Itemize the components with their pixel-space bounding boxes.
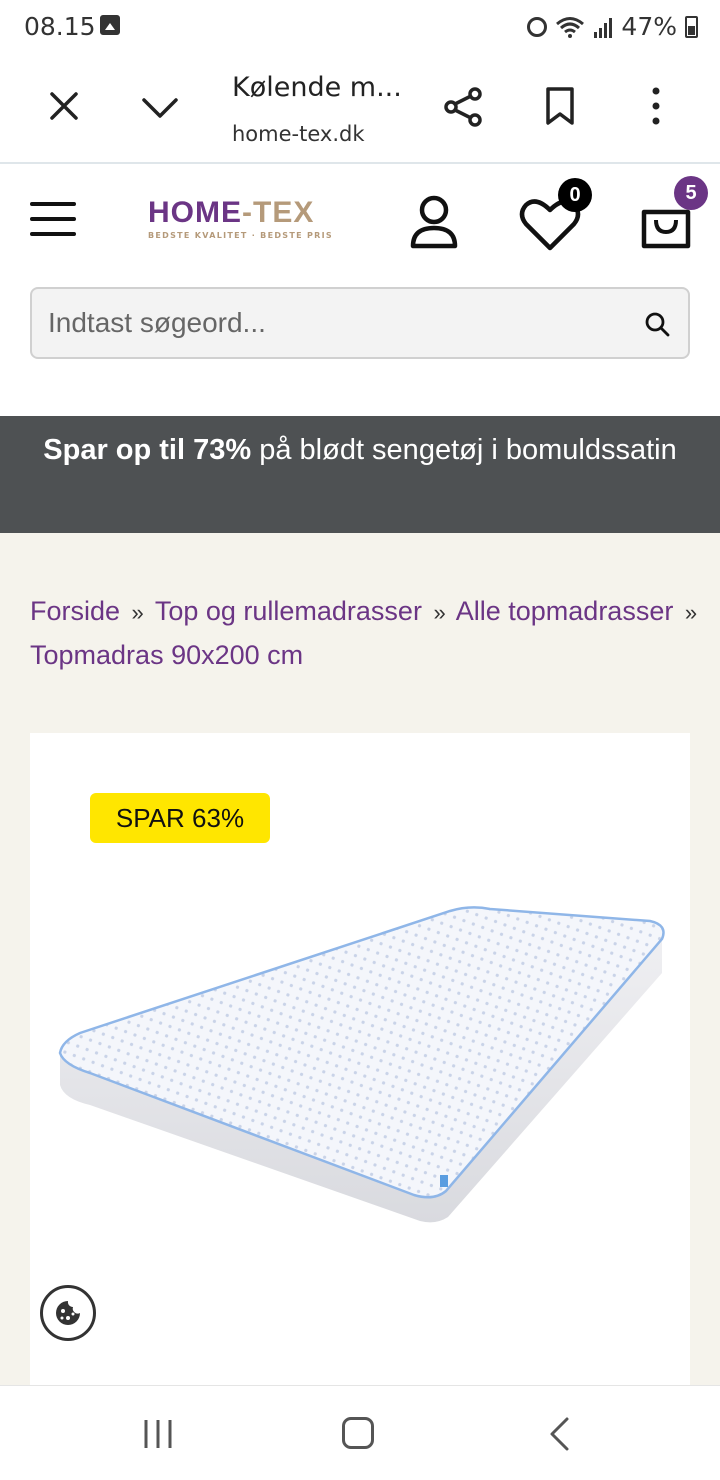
battery-percent: 47% (621, 12, 677, 41)
promo-text: på blødt sengetøj i bomuldssatin (251, 434, 677, 466)
status-bar: 08.15 47% (0, 0, 720, 54)
cart-count-badge: 5 (674, 176, 708, 210)
alarm-icon (527, 16, 548, 37)
mattress-image[interactable] (50, 903, 680, 1233)
recent-apps-icon[interactable] (142, 1418, 174, 1450)
close-icon[interactable] (46, 88, 82, 124)
back-icon[interactable] (548, 1416, 570, 1452)
home-tex-logo[interactable]: HOME-TEX BEDSTE KVALITET · BEDSTE PRIS (148, 196, 333, 240)
promo-highlight: Spar op til 73% (43, 434, 252, 466)
breadcrumb: Forside » Top og rullemadrasser » Alle t… (30, 590, 710, 677)
breadcrumb-separator: » (433, 600, 446, 625)
search-input[interactable] (48, 303, 608, 343)
search-icon[interactable] (644, 311, 670, 337)
hamburger-menu-icon[interactable] (30, 202, 76, 238)
breadcrumb-current-product[interactable]: Topmadras 90x200 cm (30, 640, 303, 670)
status-right: 47% (527, 12, 698, 41)
logo-tagline: BEDSTE KVALITET · BEDSTE PRIS (148, 231, 333, 240)
breadcrumb-home[interactable]: Forside (30, 596, 120, 626)
tab-url[interactable]: home-tex.dk (232, 122, 372, 146)
custom-tab-toolbar: Kølende m... home-tex.dk (0, 54, 720, 164)
system-navigation-bar (0, 1385, 720, 1480)
breadcrumb-alle-topmadrasser[interactable]: Alle topmadrasser (456, 596, 674, 626)
bookmark-icon[interactable] (545, 86, 575, 126)
home-icon[interactable] (342, 1417, 374, 1449)
promo-banner[interactable]: Spar op til 73% på blødt sengetøj i bomu… (0, 416, 720, 533)
cookie-settings-button[interactable] (40, 1285, 96, 1341)
chevron-down-icon[interactable] (140, 92, 180, 122)
share-icon[interactable] (442, 86, 484, 128)
breadcrumb-top-og-rullemadrasser[interactable]: Top og rullemadrasser (155, 596, 422, 626)
tab-page-title: Kølende m... (232, 72, 402, 103)
battery-icon (685, 15, 698, 38)
product-image-card: SPAR 63% (30, 733, 690, 1385)
gallery-icon (100, 15, 120, 35)
more-vert-icon[interactable] (648, 86, 664, 126)
cookie-icon (56, 1301, 80, 1325)
site-header: HOME-TEX BEDSTE KVALITET · BEDSTE PRIS 0… (0, 164, 720, 274)
wishlist-count-badge: 0 (558, 178, 592, 212)
breadcrumb-separator: » (684, 600, 698, 625)
user-icon[interactable] (408, 194, 460, 250)
save-badge: SPAR 63% (90, 793, 270, 843)
breadcrumb-separator: » (131, 600, 144, 625)
status-time: 08.15 (24, 12, 96, 41)
signal-icon (594, 17, 613, 38)
search-bar (30, 287, 690, 359)
wifi-icon (556, 16, 585, 38)
